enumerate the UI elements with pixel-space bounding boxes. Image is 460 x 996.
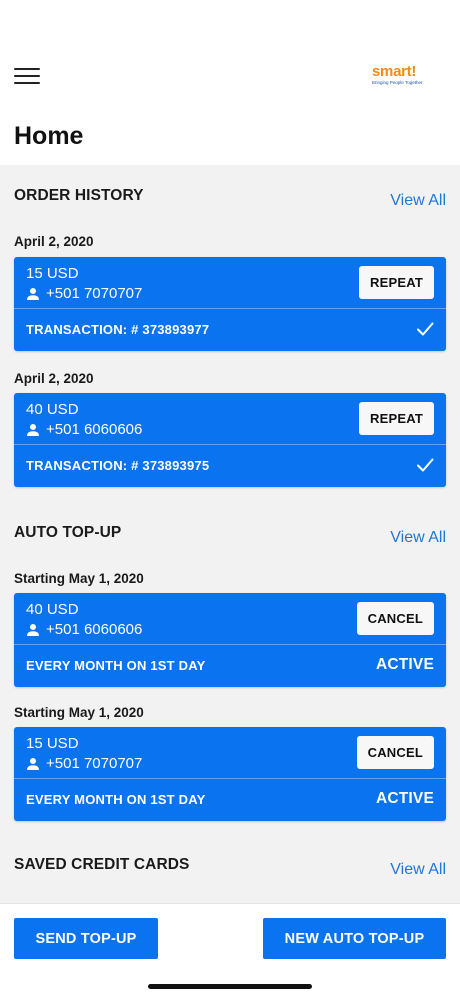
autotopup-date-label: Starting May 1, 2020 — [14, 571, 144, 586]
autotopup-amount: 15 USD — [26, 735, 79, 752]
check-icon — [417, 458, 434, 472]
menu-icon[interactable] — [14, 68, 40, 86]
footer-bar: SEND TOP-UP NEW AUTO TOP-UP — [0, 903, 460, 996]
repeat-button[interactable]: REPEAT — [359, 402, 434, 435]
auto-topup-card[interactable]: 15 USD +501 7070707 CANCEL EVERY MONTH O… — [14, 727, 446, 821]
autotopup-phone: +501 7070707 — [46, 755, 143, 772]
home-indicator[interactable] — [148, 984, 312, 989]
saved-cards-title: SAVED CREDIT CARDS — [14, 856, 190, 873]
order-card[interactable]: 40 USD +501 6060606 REPEAT TRANSACTION: … — [14, 393, 446, 487]
auto-topup-card[interactable]: 40 USD +501 6060606 CANCEL EVERY MONTH O… — [14, 593, 446, 687]
repeat-button[interactable]: REPEAT — [359, 266, 434, 299]
cancel-button[interactable]: CANCEL — [356, 602, 434, 635]
page-title: Home — [14, 122, 84, 150]
autotopup-schedule: EVERY MONTH ON 1ST DAY — [26, 792, 206, 807]
order-date-label: April 2, 2020 — [14, 234, 94, 249]
order-amount: 15 USD — [26, 265, 79, 282]
home-content: ORDER HISTORY View All April 2, 2020 15 … — [0, 165, 460, 903]
saved-cards-view-all-link[interactable]: View All — [390, 861, 446, 879]
status-badge: ACTIVE — [375, 656, 434, 673]
person-icon — [27, 623, 39, 636]
order-phone: +501 7070707 — [46, 285, 143, 302]
person-icon — [27, 287, 39, 300]
autotopup-phone: +501 6060606 — [46, 621, 143, 638]
autotopup-schedule: EVERY MONTH ON 1ST DAY — [26, 658, 206, 673]
smart-logo: smart! Bringing People Together — [372, 64, 424, 92]
order-amount: 40 USD — [26, 401, 79, 418]
auto-topup-view-all-link[interactable]: View All — [390, 529, 446, 547]
person-icon — [27, 423, 39, 436]
auto-topup-title: AUTO TOP-UP — [14, 524, 122, 541]
order-date-label: April 2, 2020 — [14, 371, 94, 386]
autotopup-amount: 40 USD — [26, 601, 79, 618]
transaction-number: TRANSACTION: # 373893977 — [26, 322, 210, 337]
send-topup-button[interactable]: SEND TOP-UP — [14, 918, 158, 959]
order-card[interactable]: 15 USD +501 7070707 REPEAT TRANSACTION: … — [14, 257, 446, 351]
order-history-view-all-link[interactable]: View All — [390, 192, 446, 210]
status-badge: ACTIVE — [375, 790, 434, 807]
logo-text: smart — [372, 63, 412, 80]
person-icon — [27, 757, 39, 770]
check-icon — [417, 322, 434, 336]
logo-tagline: Bringing People Together — [372, 80, 423, 85]
order-phone: +501 6060606 — [46, 421, 143, 438]
top-bar: smart! Bringing People Together Home — [0, 0, 460, 165]
cancel-button[interactable]: CANCEL — [356, 736, 434, 769]
autotopup-date-label: Starting May 1, 2020 — [14, 705, 144, 720]
logo-bang: ! — [411, 63, 417, 80]
order-history-title: ORDER HISTORY — [14, 187, 144, 204]
transaction-number: TRANSACTION: # 373893975 — [26, 458, 210, 473]
new-auto-topup-button[interactable]: NEW AUTO TOP-UP — [263, 918, 446, 959]
